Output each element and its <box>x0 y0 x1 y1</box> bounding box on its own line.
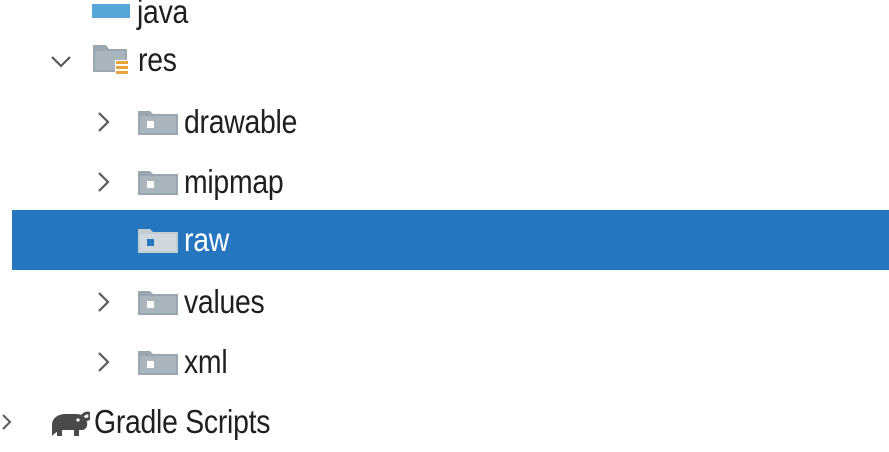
gradle-elephant-icon <box>52 411 90 436</box>
tree-node-java[interactable]: java <box>0 0 889 30</box>
chevron-right-icon[interactable] <box>90 109 116 135</box>
tree-node-gradle-scripts[interactable]: Gradle Scripts <box>0 392 889 452</box>
tree-node-label: mipmap <box>184 163 284 200</box>
tree-node-label: raw <box>184 221 229 258</box>
tree-node-drawable[interactable]: drawable <box>0 92 889 152</box>
chevron-right-icon[interactable] <box>0 409 16 435</box>
chevron-right-icon[interactable] <box>90 169 116 195</box>
chevron-down-icon[interactable] <box>48 48 74 74</box>
resource-folder-icon <box>138 171 178 195</box>
project-tree: java res drawable mipmap raw values xml … <box>0 0 889 444</box>
java-folder-icon <box>92 4 130 18</box>
resource-folder-icon <box>138 229 178 253</box>
resource-folder-icon <box>138 291 178 315</box>
resource-folder-icon <box>138 111 178 135</box>
tree-node-res[interactable]: res <box>0 30 889 90</box>
tree-node-label: java <box>137 0 189 30</box>
chevron-right-icon[interactable] <box>90 289 116 315</box>
tree-node-xml[interactable]: xml <box>0 332 889 392</box>
tree-node-label: res <box>138 41 177 78</box>
chevron-right-icon[interactable] <box>90 349 116 375</box>
tree-node-label: Gradle Scripts <box>94 403 271 440</box>
tree-node-mipmap[interactable]: mipmap <box>0 152 889 212</box>
resource-folder-icon <box>138 351 178 375</box>
tree-node-label: drawable <box>184 103 298 140</box>
tree-node-label: values <box>184 283 265 320</box>
tree-node-label: xml <box>184 343 228 380</box>
tree-node-values[interactable]: values <box>0 272 889 332</box>
tree-node-raw[interactable]: raw <box>12 210 889 270</box>
res-folder-icon <box>93 45 129 77</box>
